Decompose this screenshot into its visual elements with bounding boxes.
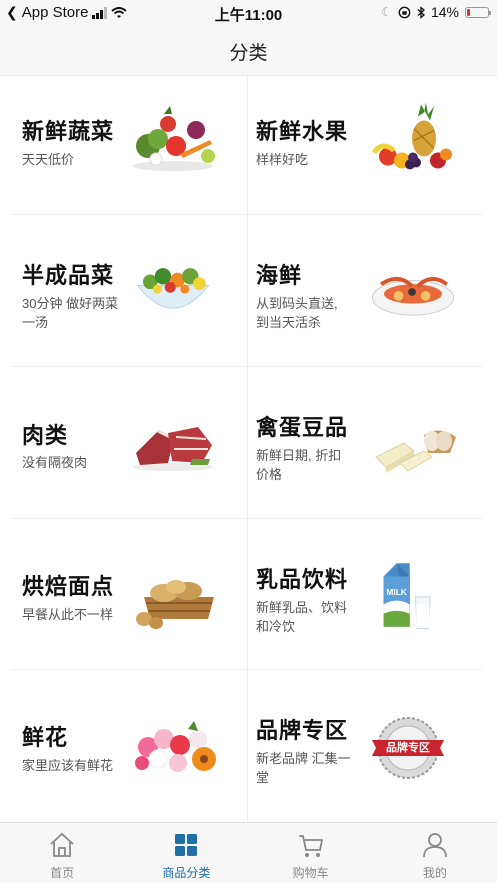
category-subtitle-line: 新鲜日期, 折扣 [256, 448, 342, 463]
category-title: 烘焙面点 [22, 574, 115, 599]
category-subtitle-line: 新老品牌 汇集一 [256, 751, 351, 766]
category-subtitle: 样样好吃 [256, 152, 309, 167]
seafood-platter-image [371, 277, 455, 316]
category-subtitle: 天天低价 [22, 152, 75, 167]
category-title: 鲜花 [22, 725, 69, 750]
category-title: 品牌专区 [256, 718, 349, 743]
category-subtitle-line: 30分钟 做好两菜 [22, 296, 119, 311]
battery-percent: 14% [430, 4, 459, 20]
battery-icon [465, 6, 491, 18]
flower-bouquet-image [135, 721, 216, 772]
category-subtitle-line: 一汤 [22, 315, 49, 330]
category-grid-icon [175, 834, 198, 856]
category-subtitle: 家里应该有鲜花 [22, 758, 114, 773]
milk-carton-image: MILK [383, 563, 431, 630]
tab-label: 首页 [50, 866, 75, 880]
moon-icon: ☾ [381, 5, 392, 19]
tab-label: 我的 [422, 866, 447, 880]
category-fresh-vegetables[interactable]: 新鲜蔬菜 天天低价 [0, 77, 248, 214]
category-subtitle-line: 新鲜乳品、饮料 [256, 600, 348, 615]
category-brands[interactable]: 品牌专区 新老品牌 汇集一 堂 品牌专区 [248, 670, 496, 822]
category-seafood[interactable]: 海鲜 从到码头直送, 到当天活杀 [248, 215, 496, 366]
category-dairy-drinks[interactable]: 乳品饮料 新鲜乳品、饮料 和冷饮 MILK [248, 519, 496, 669]
tab-label: 购物车 [292, 866, 329, 880]
salad-bowl-image [136, 268, 210, 309]
bluetooth-icon [417, 5, 425, 19]
eggs-tofu-image [375, 430, 456, 473]
fruits-image [371, 102, 452, 170]
bread-basket-image [136, 580, 214, 629]
category-title: 乳品饮料 [256, 567, 349, 592]
user-icon [422, 833, 447, 858]
battery-level [467, 8, 470, 16]
category-title: 半成品菜 [22, 263, 115, 288]
category-subtitle-line: 堂 [256, 770, 270, 785]
navigation-bar: 分类 [0, 26, 497, 76]
category-fresh-fruits[interactable]: 新鲜水果 样样好吃 [248, 77, 496, 214]
orientation-lock-icon [398, 6, 411, 18]
category-title: 禽蛋豆品 [256, 415, 349, 440]
category-subtitle-line: 价格 [256, 467, 283, 482]
category-subtitle: 没有隔夜肉 [22, 455, 88, 470]
category-subtitle: 早餐从此不一样 [22, 607, 114, 622]
tab-label: 商品分类 [162, 866, 211, 880]
brand-badge-image: 品牌专区 [370, 716, 446, 780]
category-title: 海鲜 [256, 263, 303, 288]
category-subtitle-line: 到当天活杀 [256, 315, 322, 330]
category-meat[interactable]: 肉类 没有隔夜肉 [0, 367, 248, 518]
status-bar: ❮ App Store 上午11:00 ☾ 14% [0, 0, 497, 26]
page-title: 分类 [229, 43, 268, 64]
tab-bar: 首页 商品分类 购物车 我的 [0, 822, 497, 883]
brand-badge-text: 品牌专区 [386, 742, 430, 754]
cart-icon [298, 835, 323, 857]
category-subtitle-line: 和冷饮 [256, 619, 296, 634]
category-semi-prepared[interactable]: 半成品菜 30分钟 做好两菜 一汤 [0, 215, 248, 366]
category-subtitle-line: 从到码头直送, [256, 296, 338, 311]
meat-image [133, 427, 213, 471]
tab-cart[interactable]: 购物车 [249, 823, 373, 883]
category-title: 新鲜水果 [256, 119, 349, 144]
category-title: 新鲜蔬菜 [22, 119, 115, 144]
tab-home[interactable]: 首页 [0, 823, 124, 883]
category-grid: 新鲜蔬菜 天天低价 新鲜水果 样样好吃 半成品菜 30分钟 做好两菜 一汤 海鲜… [0, 77, 497, 822]
tab-categories[interactable]: 商品分类 [124, 823, 248, 883]
svg-text:MILK: MILK [386, 587, 406, 597]
home-icon [50, 832, 74, 857]
category-eggs-tofu[interactable]: 禽蛋豆品 新鲜日期, 折扣 价格 [248, 367, 496, 518]
category-bakery[interactable]: 烘焙面点 早餐从此不一样 [0, 519, 248, 669]
vegetables-image [133, 106, 215, 171]
tab-me[interactable]: 我的 [373, 823, 497, 883]
category-flowers[interactable]: 鲜花 家里应该有鲜花 [0, 670, 248, 822]
category-title: 肉类 [22, 423, 69, 448]
